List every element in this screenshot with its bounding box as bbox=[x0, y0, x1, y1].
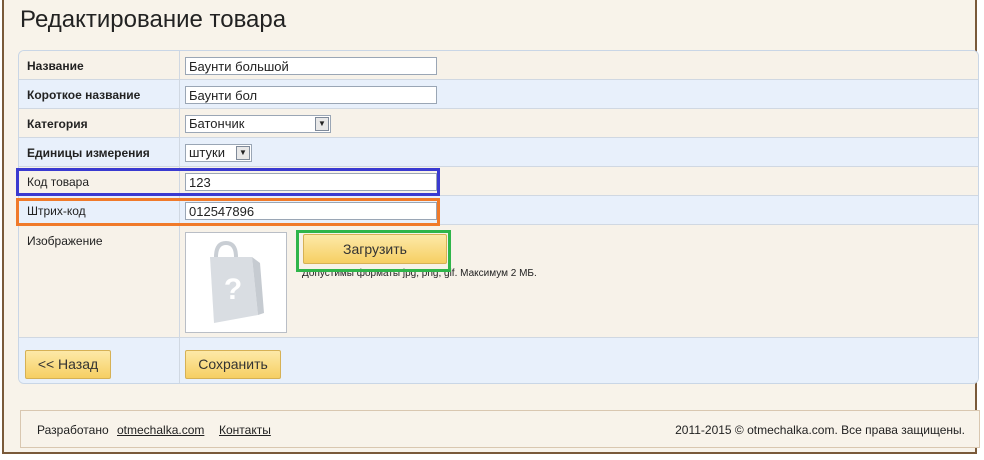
svg-text:?: ? bbox=[224, 273, 242, 306]
footer-site-link[interactable]: otmechalka.com bbox=[117, 423, 204, 437]
image-placeholder: ? bbox=[185, 232, 287, 333]
unit-select-value: штуки bbox=[189, 145, 225, 160]
row-category: Категория Батончик ▼ bbox=[19, 109, 978, 138]
unit-select[interactable]: штуки ▼ bbox=[185, 144, 252, 162]
footer-copyright: 2011-2015 © otmechalka.com. Все права за… bbox=[675, 423, 965, 437]
category-label: Категория bbox=[27, 117, 88, 131]
shopping-bag-question-icon: ? bbox=[210, 240, 264, 323]
upload-highlight-box bbox=[296, 230, 451, 272]
row-short-name: Короткое название bbox=[19, 80, 978, 109]
chevron-down-icon[interactable]: ▼ bbox=[315, 117, 329, 131]
code-highlight-box bbox=[16, 168, 440, 196]
page-frame: Редактирование товара Название Короткое … bbox=[2, 0, 980, 454]
short-name-label: Короткое название bbox=[27, 88, 141, 102]
row-image: Изображение ? Загрузить Допустимы формат… bbox=[19, 225, 978, 338]
footer: Разработано otmechalka.com Контакты 2011… bbox=[20, 410, 980, 448]
back-button[interactable]: << Назад bbox=[25, 350, 111, 379]
row-actions: << Назад Сохранить bbox=[19, 338, 978, 383]
image-label: Изображение bbox=[27, 234, 103, 248]
save-button[interactable]: Сохранить bbox=[185, 350, 281, 379]
category-select[interactable]: Батончик ▼ bbox=[185, 115, 331, 133]
row-unit: Единицы измерения штуки ▼ bbox=[19, 138, 978, 167]
unit-label: Единицы измерения bbox=[27, 146, 150, 160]
category-select-value: Батончик bbox=[189, 116, 245, 131]
name-label: Название bbox=[27, 59, 84, 73]
page-title: Редактирование товара bbox=[20, 6, 287, 33]
chevron-down-icon[interactable]: ▼ bbox=[236, 146, 250, 160]
name-input[interactable] bbox=[185, 57, 437, 75]
short-name-input[interactable] bbox=[185, 86, 437, 104]
row-name: Название bbox=[19, 51, 978, 80]
barcode-highlight-box bbox=[16, 198, 440, 226]
footer-developed-by: Разработано bbox=[37, 423, 109, 437]
footer-contacts-link[interactable]: Контакты bbox=[219, 423, 271, 437]
